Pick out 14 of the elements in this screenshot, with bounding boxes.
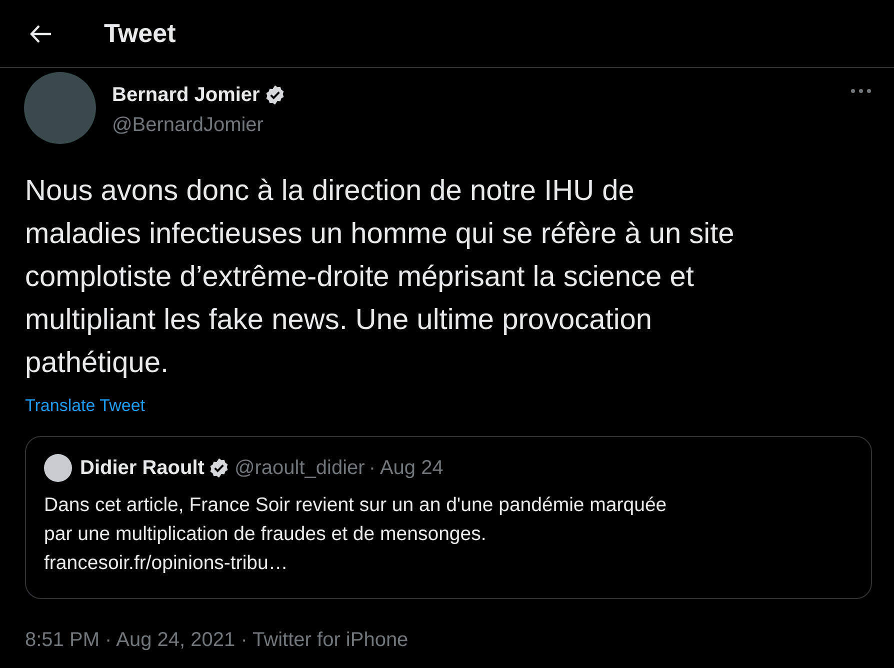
author-handle: @BernardJomier: [112, 113, 264, 138]
back-button[interactable]: [30, 24, 52, 42]
quoted-tweet-card[interactable]: Didier Raoult @raoult_didier · Aug 24 Dans cet article, France Soir revient sur un an d'une pandémie marquée par une multiplication de fraudes et de mensonges. francesoir.fr/opinions-tribu…: [25, 436, 872, 599]
page-title: Tweet: [104, 17, 176, 50]
quoted-author-name: Didier Raoult: [80, 456, 204, 481]
quoted-tweet-text: Dans cet article, France Soir revient sur un an d'une pandémie marquée par une multiplication de fraudes et de mensonges. francesoir.fr/opinions-tribu…: [44, 493, 668, 576]
tweet-text: Nous avons donc à la direction de notre IHU de maladies infectieuses un homme qui se réfère à un site complotiste d’extrême-droite méprisant la science et multipliant les fake news. Une ultime provocation pathétique.: [25, 174, 736, 381]
quoted-author-handle: @raoult_didier: [234, 456, 365, 481]
author-name: Bernard Jomier: [112, 83, 260, 108]
quoted-date: · Aug 24: [368, 456, 444, 481]
tweet-timestamp: 8:51 PM · Aug 24, 2021 · Twitter for iPhone: [25, 628, 410, 653]
more-options-icon[interactable]: [850, 88, 872, 94]
translate-link[interactable]: Translate Tweet: [25, 396, 146, 415]
quoted-avatar-placeholder: [44, 454, 72, 482]
